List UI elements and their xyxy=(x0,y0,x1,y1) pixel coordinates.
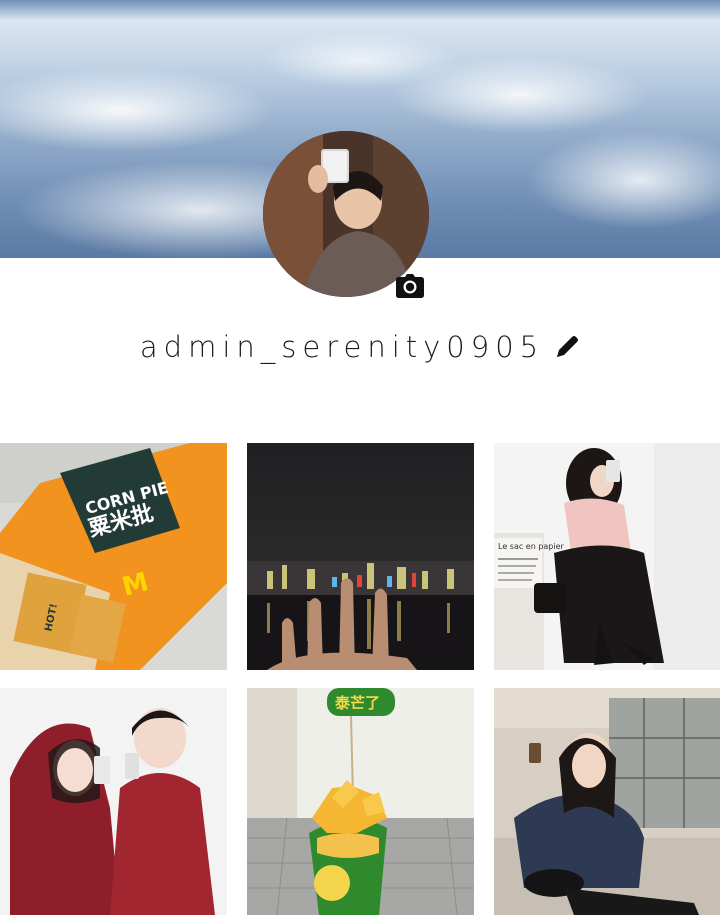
post-tile[interactable]: CORN PIE 粟米批 HOT! M xyxy=(0,443,227,670)
username-label: admin_serenity0905 xyxy=(139,330,545,364)
avatar-image xyxy=(263,131,429,297)
couple-hoodies-photo xyxy=(0,688,227,915)
corn-pie-photo: CORN PIE 粟米批 HOT! M xyxy=(0,443,227,670)
profile-avatar[interactable] xyxy=(263,131,429,297)
pencil-icon xyxy=(557,336,579,357)
post-tile[interactable]: 泰芒了 xyxy=(247,688,474,915)
mango-dessert-photo: 泰芒了 xyxy=(247,688,474,915)
night-skyline-photo xyxy=(247,443,474,670)
post-tile[interactable] xyxy=(494,688,720,915)
post-tile[interactable] xyxy=(247,443,474,670)
girl-mirror-selfie-photo: Le sac en papier xyxy=(494,443,720,670)
username-row: admin_serenity0905 xyxy=(0,325,720,369)
post-tile[interactable] xyxy=(0,688,227,915)
change-avatar-button[interactable] xyxy=(396,274,424,298)
sign-text: Le sac en papier xyxy=(498,542,565,551)
camera-icon xyxy=(396,274,424,298)
edit-username-button[interactable] xyxy=(554,334,580,360)
label-text: 泰芒了 xyxy=(334,694,380,712)
post-tile[interactable]: Le sac en papier xyxy=(494,443,720,670)
girl-mall-selfie-photo xyxy=(494,688,720,915)
